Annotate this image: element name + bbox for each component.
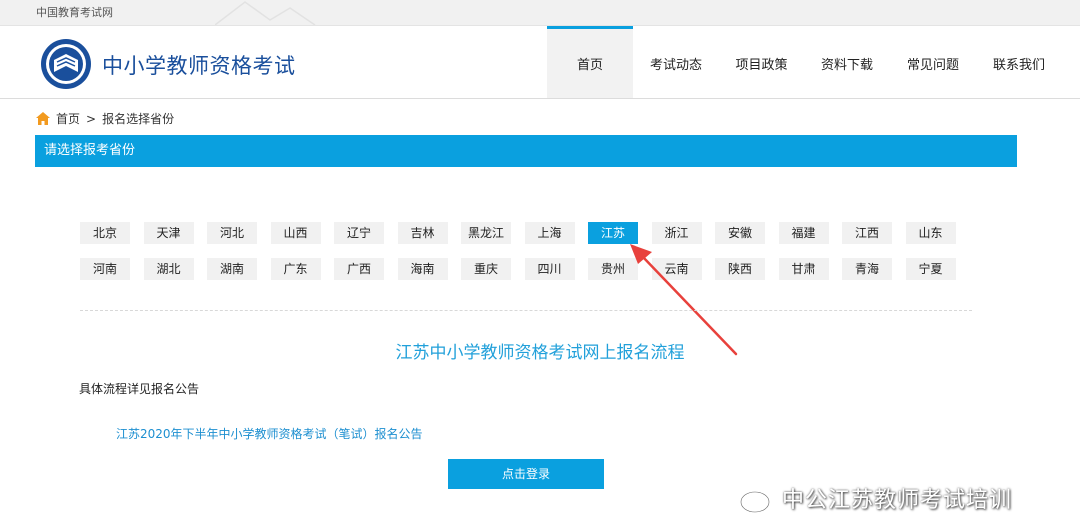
nav-policy[interactable]: 项目政策 [719, 26, 804, 98]
province-henan[interactable]: 河南 [80, 258, 130, 280]
province-jiangxi[interactable]: 江西 [842, 222, 892, 244]
site-header: 中小学教师资格考试 首页 考试动态 项目政策 资料下载 常见问题 联系我们 [0, 26, 1080, 99]
watermark: 中公江苏教师考试培训 [738, 482, 1012, 514]
province-jilin[interactable]: 吉林 [397, 222, 448, 244]
breadcrumb-separator: > [86, 111, 97, 126]
province-zhejiang[interactable]: 浙江 [651, 222, 702, 244]
province-shaanxi[interactable]: 陕西 [715, 258, 765, 280]
province-guizhou[interactable]: 贵州 [588, 258, 638, 280]
province-gansu[interactable]: 甘肃 [778, 258, 829, 280]
province-yunnan[interactable]: 云南 [651, 258, 702, 280]
top-utility-bar: 中国教育考试网 [0, 0, 1080, 26]
weibo-logo-icon [740, 485, 775, 513]
province-guangxi[interactable]: 广西 [334, 258, 384, 280]
nav-home[interactable]: 首页 [547, 26, 633, 98]
province-hubei[interactable]: 湖北 [143, 258, 194, 280]
province-section-header: 请选择报考省份 [35, 135, 1017, 167]
nav-contact[interactable]: 联系我们 [976, 26, 1062, 98]
province-chongqing[interactable]: 重庆 [461, 258, 511, 280]
province-hunan[interactable]: 湖南 [207, 258, 257, 280]
breadcrumb: 首页 > 报名选择省份 [36, 110, 180, 127]
nav-faq[interactable]: 常见问题 [890, 26, 976, 98]
province-row: 北京 天津 河北 山西 辽宁 吉林 黑龙江 上海 江苏 浙江 安徽 福建 江西 … [80, 222, 980, 244]
breadcrumb-home-link[interactable]: 首页 [56, 110, 80, 127]
province-row: 河南 湖北 湖南 广东 广西 海南 重庆 四川 贵州 云南 陕西 甘肃 青海 宁… [80, 258, 980, 280]
login-button[interactable]: 点击登录 [448, 459, 604, 489]
nav-exam-news[interactable]: 考试动态 [633, 26, 719, 98]
province-tianjin[interactable]: 天津 [143, 222, 194, 244]
province-qinghai[interactable]: 青海 [842, 258, 892, 280]
province-heilongjiang[interactable]: 黑龙江 [461, 222, 511, 244]
home-icon [36, 112, 50, 125]
province-anhui[interactable]: 安徽 [715, 222, 765, 244]
province-beijing[interactable]: 北京 [80, 222, 130, 244]
province-liaoning[interactable]: 辽宁 [334, 222, 384, 244]
nav-downloads[interactable]: 资料下载 [804, 26, 890, 98]
province-sichuan[interactable]: 四川 [524, 258, 575, 280]
province-shanxi[interactable]: 山西 [270, 222, 321, 244]
brand-title[interactable]: 中小学教师资格考试 [102, 50, 296, 80]
province-fujian[interactable]: 福建 [778, 222, 829, 244]
province-grid: 北京 天津 河北 山西 辽宁 吉林 黑龙江 上海 江苏 浙江 安徽 福建 江西 … [80, 222, 980, 294]
exam-logo-icon[interactable] [40, 38, 92, 90]
province-ningxia[interactable]: 宁夏 [905, 258, 956, 280]
mountain-decoration-icon [215, 1, 316, 25]
main-nav: 首页 考试动态 项目政策 资料下载 常见问题 联系我们 [547, 26, 1062, 98]
flow-detail-label: 具体流程详见报名公告 [79, 382, 200, 396]
province-hebei[interactable]: 河北 [207, 222, 257, 244]
site-name[interactable]: 中国教育考试网 [36, 4, 113, 20]
province-guangdong[interactable]: 广东 [270, 258, 321, 280]
section-divider [80, 310, 972, 311]
province-hainan[interactable]: 海南 [397, 258, 448, 280]
breadcrumb-current: 报名选择省份 [102, 112, 175, 126]
registration-notice-link[interactable]: 江苏2020年下半年中小学教师资格考试（笔试）报名公告 [116, 425, 423, 442]
province-shanghai[interactable]: 上海 [524, 222, 575, 244]
province-jiangsu[interactable]: 江苏 [588, 222, 638, 244]
watermark-text: 中公江苏教师考试培训 [782, 488, 1013, 513]
registration-flow-title: 江苏中小学教师资格考试网上报名流程 [395, 343, 685, 363]
province-shandong[interactable]: 山东 [905, 222, 956, 244]
